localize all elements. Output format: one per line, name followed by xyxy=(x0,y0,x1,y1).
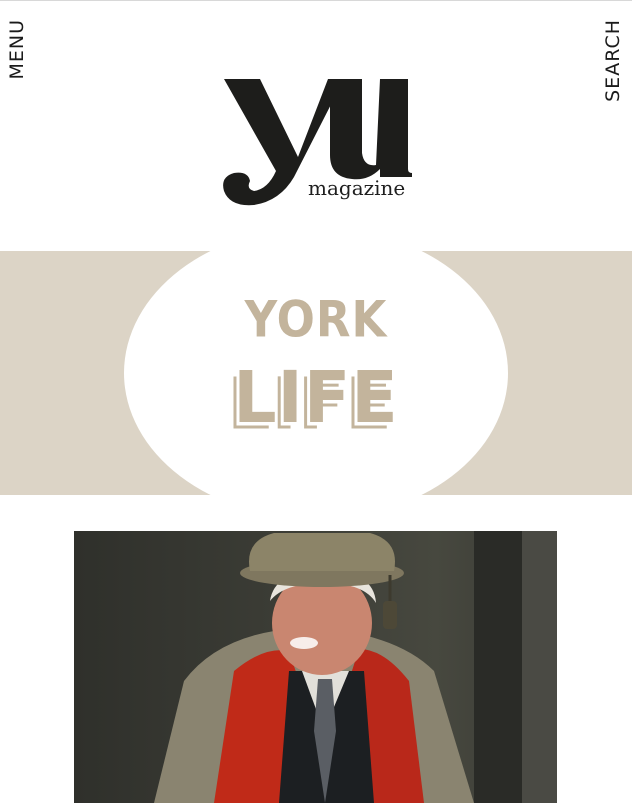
search-button[interactable]: SEARCH xyxy=(602,19,624,102)
yu-magazine-logo[interactable]: magazine xyxy=(218,73,412,209)
section-title-line2: LIFE xyxy=(233,357,399,440)
logo-wordmark: magazine xyxy=(308,176,406,200)
menu-button[interactable]: MENU xyxy=(6,19,28,80)
section-title-line1: YORK xyxy=(244,290,388,349)
york-life-section-banner[interactable]: YORK LIFE xyxy=(0,251,632,495)
graduation-portrait-image xyxy=(154,531,557,803)
article-photo[interactable] xyxy=(74,531,557,803)
